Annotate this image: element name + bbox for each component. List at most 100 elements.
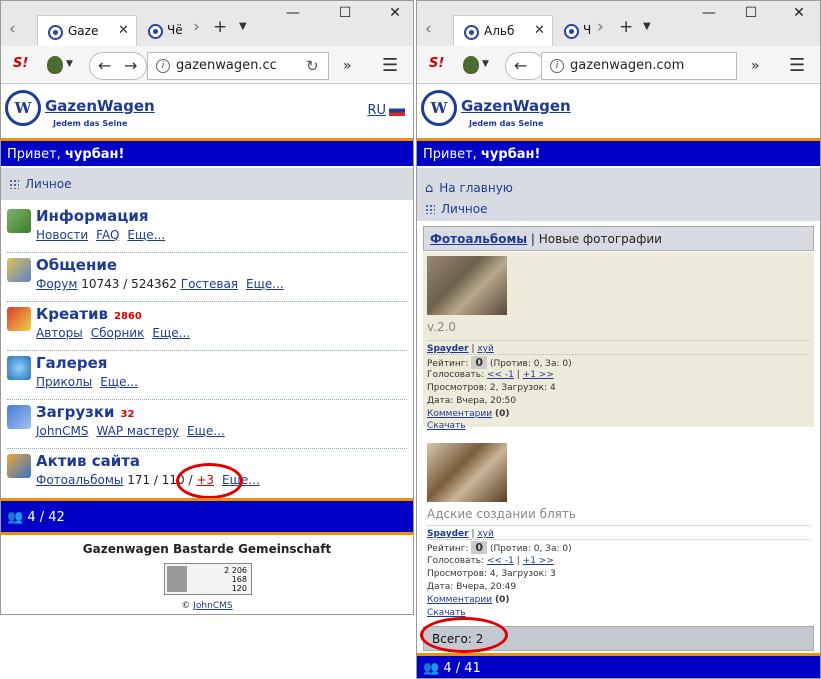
guestbook-link[interactable]: Гостевая bbox=[181, 277, 238, 291]
address-bar[interactable]: i gazenwagen.com bbox=[541, 52, 737, 80]
language-label[interactable]: RU bbox=[367, 103, 386, 118]
comments-link[interactable]: Комментарии bbox=[427, 595, 492, 605]
tabs-scroll-right-icon[interactable]: › bbox=[193, 17, 200, 37]
grid-icon bbox=[425, 204, 435, 214]
tab-close-icon[interactable]: ✕ bbox=[534, 23, 545, 38]
menu-title[interactable]: Креатив bbox=[36, 305, 108, 323]
menu-title[interactable]: Загрузки bbox=[36, 403, 115, 421]
online-count[interactable]: 4 / 41 bbox=[443, 661, 480, 676]
online-count[interactable]: 4 / 42 bbox=[27, 510, 64, 525]
comments-link[interactable]: Комментарии bbox=[427, 409, 492, 419]
reload-icon[interactable]: ↻ bbox=[306, 57, 319, 75]
new-tab-icon[interactable]: + bbox=[619, 17, 633, 37]
overflow-chevron-icon[interactable]: » bbox=[343, 58, 352, 74]
online-bar[interactable]: 👥 4 / 41 bbox=[417, 656, 820, 678]
photo-thumbnail[interactable] bbox=[427, 256, 507, 315]
tab-list-icon[interactable]: ▼ bbox=[239, 21, 247, 32]
views-count: Просмотров: 4, Загрузок: 3 bbox=[427, 569, 556, 579]
more-link[interactable]: Еще... bbox=[152, 326, 190, 340]
authors-link[interactable]: Авторы bbox=[36, 326, 83, 340]
tabs-scroll-right-icon[interactable]: › bbox=[597, 17, 604, 37]
site-brand[interactable]: GazenWagen bbox=[461, 97, 571, 115]
tor-onion-icon[interactable] bbox=[463, 56, 479, 74]
johncms-link[interactable]: JohnCMS bbox=[36, 424, 88, 438]
menu-item-gallery: Галерея Приколы Еще... bbox=[7, 351, 407, 400]
vote-plus-link[interactable]: +1 >> bbox=[523, 370, 554, 380]
vw-favicon-icon bbox=[48, 25, 63, 40]
johncms-copyright-link[interactable]: JohnCMS bbox=[193, 601, 232, 611]
back-arrow-icon[interactable]: ← bbox=[514, 56, 527, 75]
grid-icon bbox=[9, 179, 19, 189]
home-link-row[interactable]: ⌂ На главную bbox=[417, 178, 820, 199]
users-icon bbox=[7, 454, 31, 478]
tabs-scroll-left-icon[interactable]: ‹ bbox=[9, 19, 16, 39]
menu-hamburger-icon[interactable]: ☰ bbox=[382, 55, 398, 76]
faq-link[interactable]: FAQ bbox=[96, 228, 119, 242]
online-bar[interactable]: 👥 4 / 42 bbox=[1, 498, 413, 532]
info-icon[interactable]: i bbox=[550, 59, 564, 73]
home-link[interactable]: На главную bbox=[439, 181, 513, 195]
back-arrow-icon[interactable]: ← bbox=[98, 56, 111, 75]
visit-counter[interactable]: 2 206 168 120 bbox=[164, 563, 252, 595]
collection-link[interactable]: Сборник bbox=[91, 326, 145, 340]
tab-albums[interactable]: Альб ✕ bbox=[453, 15, 553, 46]
close-window-icon[interactable]: ✕ bbox=[789, 5, 809, 21]
minimize-icon[interactable]: — bbox=[283, 5, 303, 21]
more-link[interactable]: Еще... bbox=[187, 424, 225, 438]
overflow-chevron-icon[interactable]: » bbox=[751, 58, 760, 74]
rating-value: 0 bbox=[471, 356, 488, 369]
new-tab-icon[interactable]: + bbox=[213, 17, 227, 37]
jokes-link[interactable]: Приколы bbox=[36, 375, 92, 389]
menu-title[interactable]: Галерея bbox=[36, 354, 107, 372]
forward-arrow-icon[interactable]: → bbox=[124, 56, 137, 75]
author-link[interactable]: Spayder bbox=[427, 344, 469, 354]
vote-minus-link[interactable]: << -1 bbox=[487, 370, 514, 380]
tab-close-icon[interactable]: ✕ bbox=[118, 23, 129, 38]
tabs-scroll-left-icon[interactable]: ‹ bbox=[425, 19, 432, 39]
download-link[interactable]: Скачать bbox=[427, 421, 466, 431]
photo-albums-link[interactable]: Фотоальбомы bbox=[430, 232, 527, 246]
photo-albums-link[interactable]: Фотоальбомы bbox=[36, 473, 123, 487]
personal-bar[interactable]: Личное bbox=[1, 168, 413, 200]
menu-hamburger-icon[interactable]: ☰ bbox=[789, 55, 805, 76]
tab-gazenwagen[interactable]: Gaze ✕ bbox=[37, 15, 137, 46]
menu-title[interactable]: Информация bbox=[36, 207, 149, 225]
url-text[interactable]: gazenwagen.cc bbox=[176, 58, 277, 73]
s-addon-icon[interactable]: S! bbox=[13, 56, 28, 71]
address-bar[interactable]: i gazenwagen.cc ↻ bbox=[147, 52, 329, 80]
chevron-down-icon[interactable]: ▼ bbox=[482, 59, 489, 69]
vote-plus-link[interactable]: +1 >> bbox=[523, 556, 554, 566]
language-switch[interactable]: RU bbox=[367, 103, 405, 118]
wap-master-link[interactable]: WAP мастеру bbox=[96, 424, 179, 438]
tag-link[interactable]: хуй bbox=[477, 529, 494, 539]
forum-link[interactable]: Форум bbox=[36, 277, 77, 291]
author-link[interactable]: Spayder bbox=[427, 529, 469, 539]
url-text[interactable]: gazenwagen.com bbox=[570, 58, 684, 73]
info-icon[interactable]: i bbox=[156, 59, 170, 73]
tab-second[interactable]: Чё bbox=[141, 15, 187, 46]
tab-list-icon[interactable]: ▼ bbox=[643, 21, 651, 32]
tor-onion-icon[interactable] bbox=[47, 56, 63, 74]
site-brand[interactable]: GazenWagen bbox=[45, 97, 155, 115]
more-link[interactable]: Еще... bbox=[127, 228, 165, 242]
tab-second[interactable]: Ч bbox=[557, 15, 601, 46]
vw-logo-icon[interactable]: W bbox=[421, 90, 457, 126]
vote-minus-link[interactable]: << -1 bbox=[487, 556, 514, 566]
more-link[interactable]: Еще... bbox=[100, 375, 138, 389]
minimize-icon[interactable]: — bbox=[699, 5, 719, 21]
maximize-icon[interactable]: ☐ bbox=[335, 5, 355, 21]
photo-thumbnail[interactable] bbox=[427, 443, 507, 502]
personal-link[interactable]: Личное bbox=[441, 202, 487, 216]
menu-title[interactable]: Актив сайта bbox=[36, 452, 140, 470]
menu-title[interactable]: Общение bbox=[36, 256, 117, 274]
tag-link[interactable]: хуй bbox=[477, 344, 494, 354]
personal-link-row[interactable]: Личное bbox=[417, 199, 820, 219]
s-addon-icon[interactable]: S! bbox=[429, 56, 444, 71]
maximize-icon[interactable]: ☐ bbox=[741, 5, 761, 21]
vw-logo-icon[interactable]: W bbox=[5, 90, 41, 126]
news-link[interactable]: Новости bbox=[36, 228, 88, 242]
more-link[interactable]: Еще... bbox=[246, 277, 284, 291]
personal-link[interactable]: Личное bbox=[25, 177, 71, 191]
close-window-icon[interactable]: ✕ bbox=[385, 5, 405, 21]
chevron-down-icon[interactable]: ▼ bbox=[66, 59, 73, 69]
